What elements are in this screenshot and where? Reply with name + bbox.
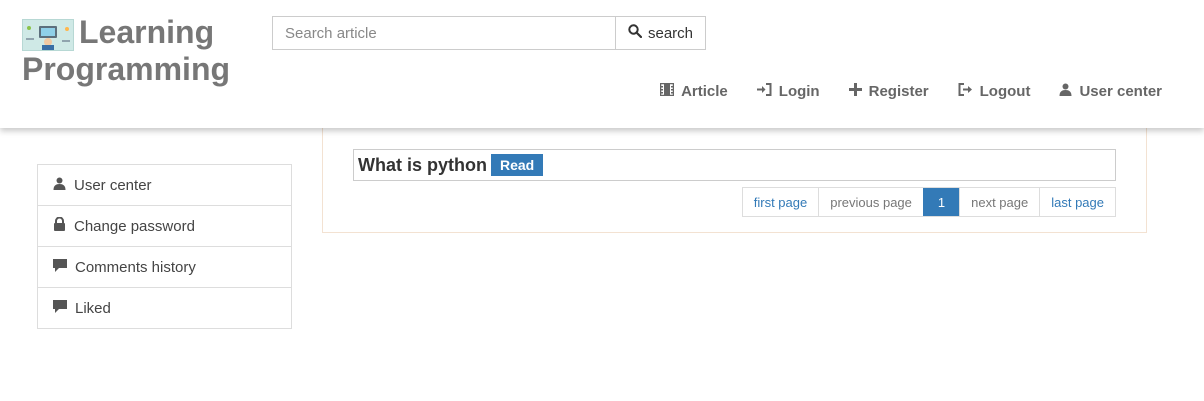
first-page-link[interactable]: first page: [743, 188, 818, 216]
sidebar-item-label: User center: [74, 176, 152, 194]
lock-icon: [53, 216, 66, 235]
plus-icon: [848, 82, 862, 100]
pagination: first page previous page 1 next page las…: [741, 187, 1116, 217]
search-icon: [628, 24, 643, 42]
read-button[interactable]: Read: [491, 154, 544, 176]
search-button[interactable]: search: [615, 16, 706, 50]
sidebar-item-liked[interactable]: Liked: [38, 288, 291, 328]
site-logo[interactable]: Learning Programming: [22, 14, 252, 88]
current-page[interactable]: 1: [922, 188, 960, 216]
main-nav: Article Login Register Logout User cente…: [631, 80, 1162, 102]
sidebar-item-label: Change password: [74, 217, 195, 235]
sidebar-item-comments-history[interactable]: Comments history: [38, 247, 291, 288]
nav-login-label: Login: [778, 82, 820, 100]
search-button-label: search: [647, 24, 694, 42]
comment-icon: [53, 258, 67, 276]
nav-user-center-label: User center: [1079, 82, 1162, 100]
nav-article[interactable]: Article: [659, 80, 728, 102]
article-panel: What is python Read first page previous …: [322, 128, 1147, 233]
previous-page-link[interactable]: previous page: [818, 188, 923, 216]
logo-image: [22, 19, 74, 51]
sidebar-menu: User center Change password Comments his…: [37, 164, 292, 329]
nav-logout-label: Logout: [979, 82, 1031, 100]
user-icon: [1059, 83, 1072, 100]
site-header: Learning Programming search Article Logi…: [0, 0, 1204, 128]
sidebar-item-user-center[interactable]: User center: [38, 165, 291, 206]
nav-user-center[interactable]: User center: [1059, 80, 1162, 102]
sidebar-item-label: Liked: [75, 299, 111, 317]
nav-article-label: Article: [681, 82, 728, 100]
film-icon: [659, 82, 675, 100]
login-icon: [756, 82, 772, 100]
article-title-link[interactable]: What is python: [358, 155, 487, 176]
nav-logout[interactable]: Logout: [958, 80, 1031, 102]
search-bar: search: [272, 16, 706, 50]
search-input[interactable]: [272, 16, 615, 50]
next-page-link[interactable]: next page: [959, 188, 1039, 216]
logo-text-line2: Programming: [22, 51, 231, 87]
comment-icon: [53, 299, 67, 317]
sidebar-item-label: Comments history: [75, 258, 196, 276]
last-page-link[interactable]: last page: [1039, 188, 1115, 216]
nav-register-label: Register: [868, 82, 929, 100]
user-icon: [53, 177, 66, 194]
nav-register[interactable]: Register: [848, 80, 929, 102]
logout-icon: [958, 82, 973, 100]
sidebar-item-change-password[interactable]: Change password: [38, 206, 291, 247]
article-list-item: What is python Read: [353, 149, 1116, 181]
nav-login[interactable]: Login: [756, 80, 820, 102]
